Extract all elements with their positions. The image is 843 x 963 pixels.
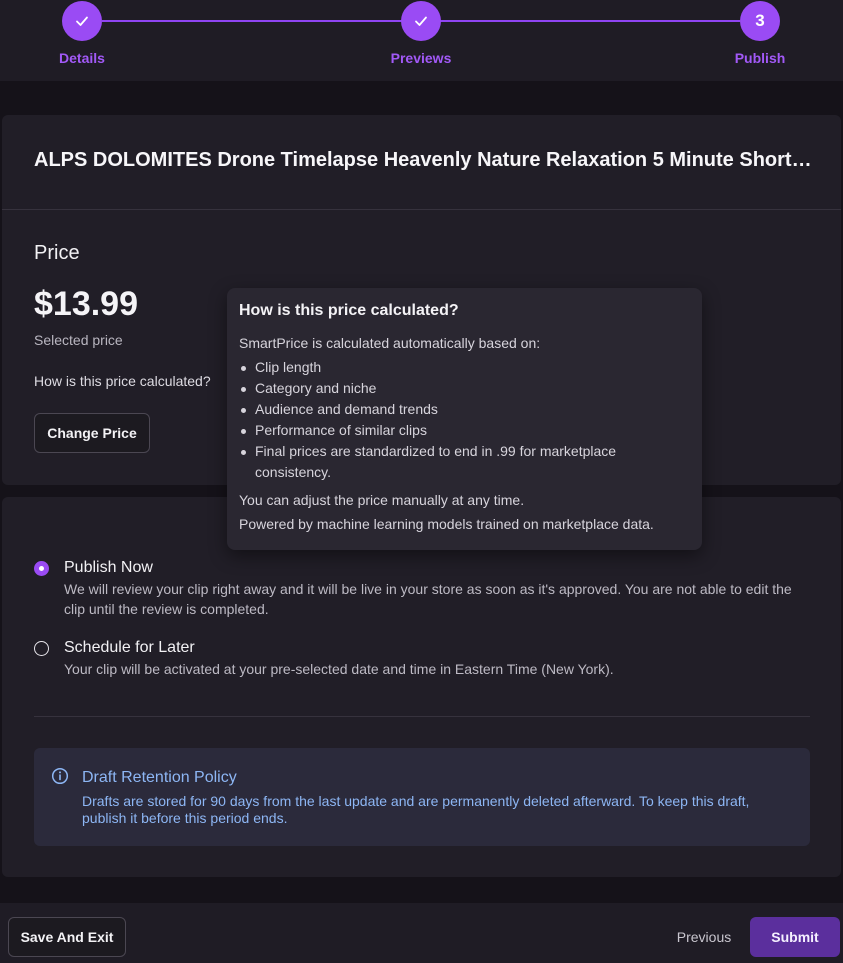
option-description: Your clip will be activated at your pre-… xyxy=(64,661,614,677)
price-info-link[interactable]: How is this price calculated? xyxy=(34,373,211,389)
option-description: We will review your clip right away and … xyxy=(64,581,792,617)
save-and-exit-button[interactable]: Save And Exit xyxy=(8,917,126,957)
stepper-connector xyxy=(102,20,402,22)
submit-button[interactable]: Submit xyxy=(750,917,840,957)
radio-selected[interactable] xyxy=(34,561,49,576)
price-heading: Price xyxy=(34,242,80,264)
change-price-button[interactable]: Change Price xyxy=(34,413,150,453)
footer-bar: Save And Exit Previous Submit xyxy=(0,903,843,963)
progress-stepper: Details Previews 3 Publish xyxy=(0,0,843,81)
price-info-popover: How is this price calculated? SmartPrice… xyxy=(227,288,702,550)
publish-page: Details Previews 3 Publish ALPS DOLOMITE… xyxy=(0,0,843,963)
policy-title: Draft Retention Policy xyxy=(82,769,237,786)
stepper-connector xyxy=(440,20,740,22)
divider xyxy=(34,716,810,717)
price-caption: Selected price xyxy=(34,332,123,348)
popover-title: How is this price calculated? xyxy=(239,302,459,319)
step-publish[interactable]: 3 Publish xyxy=(710,1,810,66)
publish-options-card: Publish Now We will review your clip rig… xyxy=(2,497,841,877)
info-icon xyxy=(51,767,69,785)
previous-button[interactable]: Previous xyxy=(665,917,743,957)
step-current-circle: 3 xyxy=(740,1,780,41)
radio-unselected[interactable] xyxy=(34,641,49,656)
check-icon xyxy=(76,16,88,26)
option-title: Schedule for Later xyxy=(64,639,195,656)
popover-factor-list: Clip length Category and niche Audience … xyxy=(239,357,690,483)
step-complete-circle xyxy=(401,1,441,41)
draft-retention-notice: Draft Retention Policy Drafts are stored… xyxy=(34,748,810,846)
step-complete-circle xyxy=(62,1,102,41)
step-previews[interactable]: Previews xyxy=(371,1,471,66)
popover-intro: SmartPrice is calculated automatically b… xyxy=(239,335,541,351)
policy-text: Drafts are stored for 90 days from the l… xyxy=(82,793,750,826)
step-label: Previews xyxy=(390,50,452,66)
popover-note: You can adjust the price manually at any… xyxy=(239,492,525,508)
list-item: Audience and demand trends xyxy=(239,399,690,420)
step-label: Details xyxy=(59,50,105,66)
list-item: Category and niche xyxy=(239,378,690,399)
step-details[interactable]: Details xyxy=(32,1,132,66)
clip-title: ALPS DOLOMITES Drone Timelapse Heavenly … xyxy=(34,149,814,171)
list-item: Final prices are standardized to end in … xyxy=(239,441,690,483)
step-label: Publish xyxy=(734,50,786,66)
divider xyxy=(2,209,841,210)
list-item: Performance of similar clips xyxy=(239,420,690,441)
price-value: $13.99 xyxy=(34,285,138,323)
option-title: Publish Now xyxy=(64,559,153,576)
list-item: Clip length xyxy=(239,357,690,378)
popover-note: Powered by machine learning models train… xyxy=(239,516,654,532)
check-icon xyxy=(415,16,427,26)
